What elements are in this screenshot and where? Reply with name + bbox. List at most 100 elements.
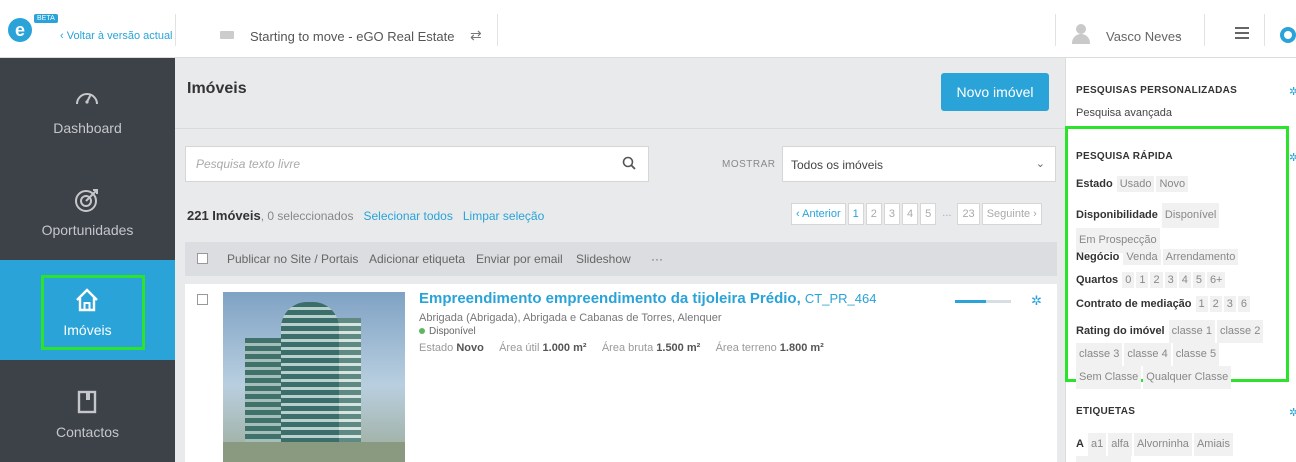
user-avatar-icon[interactable]	[1071, 24, 1091, 44]
contact-book-icon	[77, 390, 97, 414]
agency-name[interactable]: Starting to move - eGO Real Estate	[250, 29, 454, 44]
filter-disponibilidade: Disponibilidade Disponível Em Prospecção	[1076, 203, 1276, 253]
status-text: Disponível	[429, 326, 476, 337]
help-lifebuoy-icon[interactable]	[1280, 27, 1296, 43]
pagination-page[interactable]: 23	[957, 203, 980, 225]
back-to-current-version-link[interactable]: ‹ Voltar à versão actual	[60, 30, 173, 42]
pagination-page[interactable]: 3	[883, 203, 901, 225]
action-slideshow[interactable]: Slideshow	[576, 252, 631, 266]
pagination-prev[interactable]: ‹ Anterior	[791, 203, 846, 225]
property-reference[interactable]: CT_PR_464	[805, 291, 877, 306]
estado-label: Estado	[419, 342, 454, 354]
search-box	[185, 146, 649, 182]
tag-item[interactable]: Alvorninha	[1133, 433, 1192, 456]
status-dot-icon	[419, 328, 425, 334]
filter-tag[interactable]: 6+	[1206, 272, 1226, 288]
filter-tag[interactable]: classe 5	[1172, 343, 1220, 366]
more-actions-icon[interactable]: ···	[651, 252, 663, 266]
filter-tag[interactable]: Usado	[1116, 176, 1155, 192]
top-bar: e BETA ‹ Voltar à versão actual Starting…	[0, 0, 1296, 58]
page-title: Imóveis	[187, 80, 247, 97]
filter-tag[interactable]: classe 2	[1216, 320, 1264, 343]
sidebar-item-dashboard[interactable]: Dashboard	[0, 58, 175, 158]
tag-item[interactable]: Amiais	[1193, 433, 1233, 456]
advanced-search-link[interactable]: Pesquisa avançada	[1076, 107, 1172, 119]
tags-title: ETIQUETAS	[1076, 406, 1136, 417]
divider	[1264, 14, 1265, 46]
area-util-value: 1.000 m²	[542, 342, 587, 354]
filter-contrato-mediacao: Contrato de mediação 1 2 3 6	[1076, 296, 1252, 312]
filter-tag[interactable]: 2	[1150, 272, 1163, 288]
property-checkbox[interactable]	[197, 294, 208, 305]
filter-tag[interactable]: 0	[1122, 272, 1135, 288]
filter-negocio: Negócio Venda Arrendamento	[1076, 249, 1240, 265]
filter-tag[interactable]: Qualquer Classe	[1143, 366, 1232, 389]
filter-tag[interactable]: 1	[1136, 272, 1149, 288]
filter-tag[interactable]: 3	[1164, 272, 1177, 288]
property-status: Disponível	[419, 326, 476, 337]
property-completeness-bar	[955, 300, 1011, 303]
tag-item[interactable]: a1	[1087, 433, 1107, 456]
gear-icon[interactable]: ✲	[1289, 151, 1296, 164]
filter-tag[interactable]: 3	[1223, 296, 1236, 312]
filter-tag[interactable]: classe 1	[1168, 320, 1215, 343]
filter-tag[interactable]: classe 3	[1076, 343, 1123, 366]
filter-tag[interactable]: 5	[1192, 272, 1205, 288]
new-property-button[interactable]: Novo imóvel	[941, 73, 1049, 111]
tag-item[interactable]: alfa	[1108, 433, 1132, 456]
selected-count: , 0 seleccionados	[260, 209, 354, 223]
area-util-label: Área útil	[499, 342, 540, 354]
filters-panel: PESQUISAS PERSONALIZADAS ✲ Pesquisa avan…	[1065, 58, 1296, 462]
action-add-tag[interactable]: Adicionar etiqueta	[369, 252, 465, 266]
sidebar-item-contactos[interactable]: Contactos	[0, 362, 175, 462]
results-total: 221 Imóveis	[187, 208, 261, 223]
filter-tag[interactable]: classe 4	[1124, 343, 1171, 366]
area-terreno-label: Área terreno	[715, 342, 777, 354]
search-icon[interactable]	[622, 156, 636, 170]
tags-letter: A	[1076, 438, 1084, 450]
filter-tag[interactable]: 4	[1178, 272, 1191, 288]
sidebar-item-oportunidades[interactable]: Oportunidades	[0, 160, 175, 260]
pagination-ellipsis: ...	[942, 207, 952, 219]
pagination-page[interactable]: 5	[920, 203, 937, 225]
gear-icon[interactable]: ✲	[1289, 406, 1296, 419]
gear-icon[interactable]: ✲	[1031, 293, 1042, 309]
pagination-next[interactable]: Seguinte ›	[981, 203, 1042, 225]
results-count: 221 Imóveis, 0 seleccionados Selecionar …	[187, 208, 544, 223]
user-name[interactable]: Vasco Neves	[1106, 29, 1182, 44]
tag-item[interactable]: amoreiras	[1076, 456, 1131, 462]
filter-tag[interactable]: Venda	[1123, 249, 1161, 265]
filter-tag[interactable]: 6	[1237, 296, 1251, 312]
sidebar-item-label: Oportunidades	[41, 222, 134, 238]
gear-icon[interactable]: ✲	[1289, 85, 1296, 98]
clear-selection-link[interactable]: Limpar seleção	[463, 209, 544, 223]
filter-tag[interactable]: Arrendamento	[1162, 249, 1239, 265]
property-title[interactable]: Empreendimento empreendimento da tijolei…	[419, 290, 876, 307]
sidebar-item-label: Contactos	[55, 424, 120, 440]
property-photo[interactable]	[223, 292, 405, 462]
pagination-page[interactable]: 4	[902, 203, 919, 225]
property-title-text[interactable]: Empreendimento empreendimento da tijolei…	[419, 290, 801, 307]
chevron-down-icon[interactable]: ⌄	[1173, 27, 1183, 41]
property-address: Abrigada (Abrigada), Abrigada e Cabanas …	[419, 312, 722, 324]
action-send-email[interactable]: Enviar por email	[476, 252, 563, 266]
sidebar-item-label: Dashboard	[53, 120, 122, 136]
pagination-page[interactable]: 2	[865, 203, 882, 225]
quick-search-title: PESQUISA RÁPIDA	[1076, 151, 1173, 162]
show-filter-select[interactable]: Todos os imóveis ⌄	[782, 146, 1056, 182]
select-all-link[interactable]: Selecionar todos	[363, 209, 452, 223]
filter-tag[interactable]: Sem Classe	[1076, 366, 1142, 389]
pagination-page[interactable]: 1	[847, 203, 864, 225]
area-bruta-label: Área bruta	[601, 342, 654, 354]
app-logo[interactable]: e	[8, 18, 32, 42]
switch-agency-icon[interactable]: ⇄	[470, 27, 482, 44]
action-publish[interactable]: Publicar no Site / Portais	[227, 252, 358, 266]
filter-tag[interactable]: 2	[1209, 296, 1222, 312]
hamburger-menu-icon[interactable]	[1235, 24, 1249, 42]
select-all-checkbox[interactable]	[197, 253, 208, 264]
custom-searches-title: PESQUISAS PERSONALIZADAS	[1076, 85, 1238, 96]
filter-tag[interactable]: Disponível	[1161, 203, 1220, 228]
search-input[interactable]	[196, 157, 596, 171]
filter-tag[interactable]: 1	[1195, 296, 1208, 312]
filter-tag[interactable]: Novo	[1156, 176, 1189, 192]
